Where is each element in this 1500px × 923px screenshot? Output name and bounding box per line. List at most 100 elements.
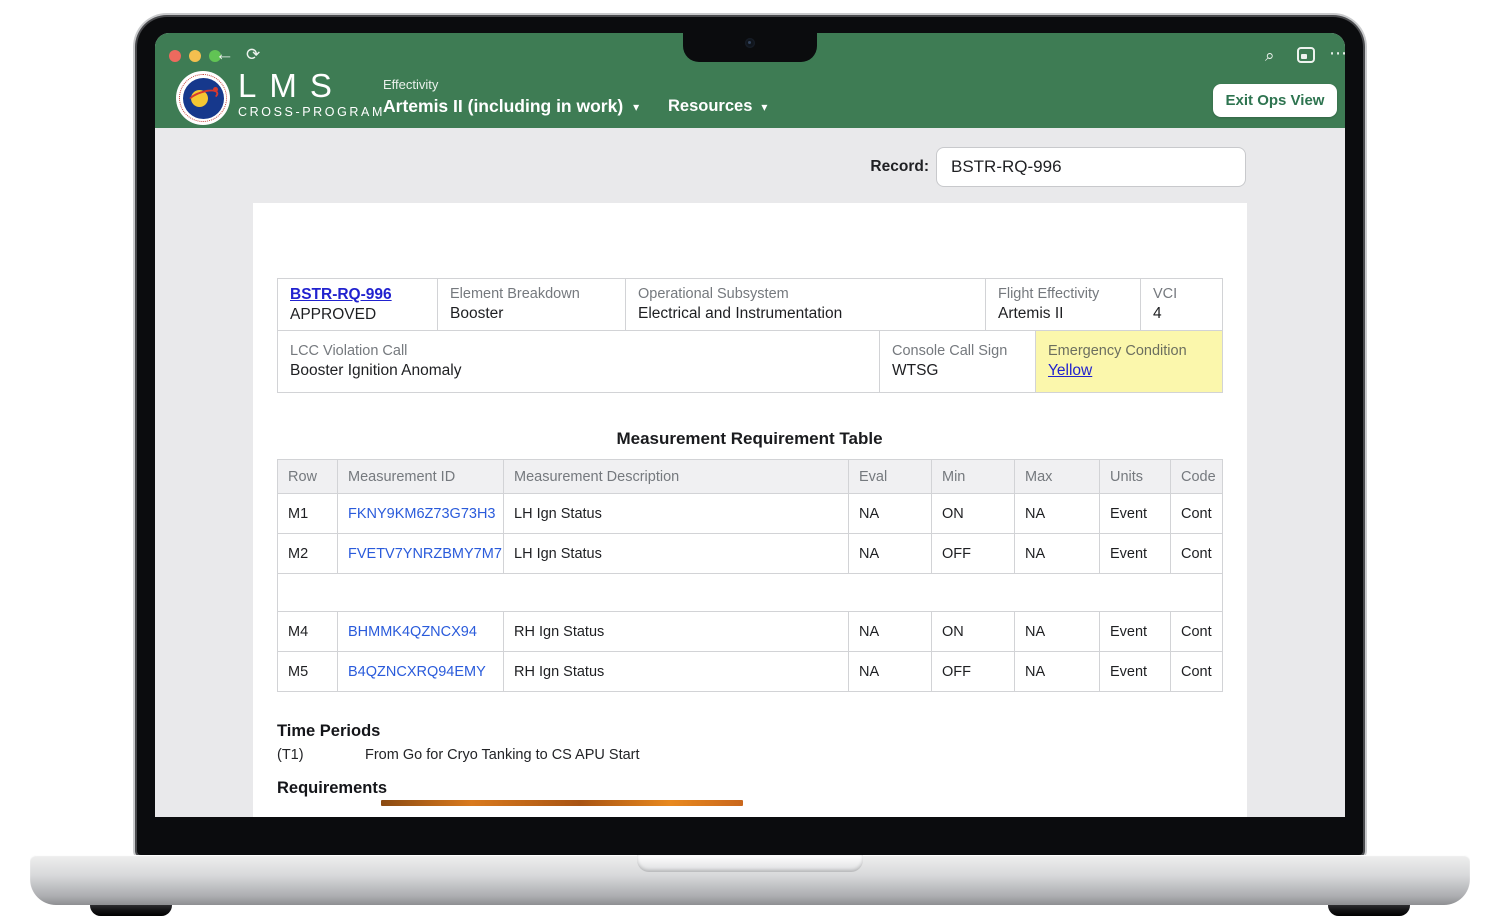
field-label: Console Call Sign: [892, 343, 1023, 359]
table-header-row: Row Measurement ID Measurement Descripti…: [278, 460, 1223, 494]
field-value: Artemis II: [998, 305, 1128, 323]
table-row: M2 FVETV7YNRZBMY7M7 LH Ign Status NA OFF…: [278, 534, 1223, 574]
measurement-id-cell: B4QZNCXRQ94EMY: [338, 652, 504, 692]
row-cell: M4: [278, 612, 338, 652]
field-value: 4: [1153, 305, 1210, 323]
emergency-condition-link[interactable]: Yellow: [1048, 362, 1092, 379]
max-cell: NA: [1015, 612, 1100, 652]
measurement-id-cell: BHMMK4QZNCX94: [338, 612, 504, 652]
description-cell: LH Ign Status: [504, 534, 849, 574]
page-content: Record: BSTR-RQ-996 APPROVED Element Bre…: [155, 128, 1345, 817]
element-breakdown-cell: Element Breakdown Booster: [438, 279, 626, 331]
record-input[interactable]: [936, 147, 1246, 187]
close-window-button[interactable]: [169, 50, 181, 62]
flight-effectivity-cell: Flight Effectivity Artemis II: [986, 279, 1141, 331]
brand-subtitle: CROSS-PROGRAM: [238, 105, 385, 119]
eval-cell: NA: [849, 534, 932, 574]
record-status: APPROVED: [290, 306, 425, 324]
min-cell: ON: [932, 612, 1015, 652]
field-label: VCI: [1153, 286, 1210, 302]
row-cell: M1: [278, 494, 338, 534]
code-cell: Cont: [1171, 494, 1223, 534]
col-header: Row: [278, 460, 338, 494]
field-value: Electrical and Instrumentation: [638, 305, 973, 323]
empty-row-cell: [278, 574, 1223, 612]
agency-logo: [176, 71, 230, 125]
field-label: Operational Subsystem: [638, 286, 973, 302]
min-cell: ON: [932, 494, 1015, 534]
units-cell: Event: [1100, 494, 1171, 534]
description-cell: LH Ign Status: [504, 494, 849, 534]
measurement-id-link[interactable]: BHMMK4QZNCX94: [348, 624, 477, 640]
record-field-label: Record:: [870, 147, 929, 187]
summary-table-row2: LCC Violation Call Booster Ignition Anom…: [277, 330, 1223, 393]
max-cell: NA: [1015, 494, 1100, 534]
table-row: M1 FKNY9KM6Z73G73H3 LH Ign Status NA ON …: [278, 494, 1223, 534]
units-cell: Event: [1100, 534, 1171, 574]
col-header: Min: [932, 460, 1015, 494]
reload-icon[interactable]: ⟳: [246, 45, 260, 64]
camera-notch: [683, 17, 817, 62]
code-cell: Cont: [1171, 652, 1223, 692]
description-cell: RH Ign Status: [504, 652, 849, 692]
min-cell: OFF: [932, 652, 1015, 692]
min-cell: OFF: [932, 534, 1015, 574]
code-cell: Cont: [1171, 534, 1223, 574]
zoom-page-icon[interactable]: ⌕: [1265, 47, 1275, 64]
effectivity-value: Artemis II (including in work): [383, 96, 623, 117]
side-panel-icon-inner: [1301, 54, 1307, 59]
webcam-glint: [748, 41, 751, 44]
field-label: Emergency Condition: [1048, 343, 1210, 359]
measurement-table: Row Measurement ID Measurement Descripti…: [277, 459, 1223, 692]
clipped-highlight-strip: [381, 800, 743, 806]
col-header: Measurement Description: [504, 460, 849, 494]
eval-cell: NA: [849, 494, 932, 534]
eval-cell: NA: [849, 612, 932, 652]
table-row: M5 B4QZNCXRQ94EMY RH Ign Status NA OFF N…: [278, 652, 1223, 692]
vci-cell: VCI 4: [1141, 279, 1223, 331]
description-cell: RH Ign Status: [504, 612, 849, 652]
effectivity-dropdown[interactable]: Effectivity Artemis II (including in wor…: [383, 77, 639, 117]
summary-table-row1: BSTR-RQ-996 APPROVED Element Breakdown B…: [277, 278, 1223, 331]
time-period-id: (T1): [277, 747, 365, 763]
logo-emblem: [183, 78, 224, 119]
eval-cell: NA: [849, 652, 932, 692]
measurement-id-link[interactable]: B4QZNCXRQ94EMY: [348, 664, 486, 680]
more-options-icon[interactable]: ⋯: [1329, 45, 1345, 62]
col-header: Units: [1100, 460, 1171, 494]
measurement-id-cell: FKNY9KM6Z73G73H3: [338, 494, 504, 534]
operational-subsystem-cell: Operational Subsystem Electrical and Ins…: [626, 279, 986, 331]
brand-acronym: LMS: [238, 69, 385, 103]
col-header: Code: [1171, 460, 1223, 494]
chevron-down-icon: ▾: [761, 101, 767, 113]
resources-label: Resources: [668, 97, 752, 116]
exit-ops-view-button[interactable]: Exit Ops View: [1213, 84, 1337, 117]
laptop-mockup: ← ⟳ LMS CROSS-PROGRAM Effectivity Artemi…: [0, 0, 1500, 923]
browser-window: ← ⟳ LMS CROSS-PROGRAM Effectivity Artemi…: [155, 33, 1345, 817]
lid-scoop: [637, 855, 863, 872]
window-controls: [169, 50, 221, 62]
measurement-id-link[interactable]: FKNY9KM6Z73G73H3: [348, 506, 495, 522]
resources-menu[interactable]: Resources ▾: [668, 97, 767, 116]
col-header: Measurement ID: [338, 460, 504, 494]
emergency-condition-cell: Emergency Condition Yellow: [1036, 331, 1223, 393]
measurement-id-cell: FVETV7YNRZBMY7M7: [338, 534, 504, 574]
field-value: WTSG: [892, 362, 1023, 380]
units-cell: Event: [1100, 652, 1171, 692]
row-cell: M5: [278, 652, 338, 692]
col-header: Eval: [849, 460, 932, 494]
minimize-window-button[interactable]: [189, 50, 201, 62]
measurement-id-link[interactable]: FVETV7YNRZBMY7M7: [348, 546, 502, 562]
side-panel-icon[interactable]: [1297, 47, 1315, 63]
brand-text: LMS CROSS-PROGRAM: [238, 69, 385, 119]
effectivity-label: Effectivity: [383, 77, 639, 92]
record-id-link[interactable]: BSTR-RQ-996: [290, 286, 392, 303]
back-icon[interactable]: ←: [215, 45, 234, 64]
table-row: M4 BHMMK4QZNCX94 RH Ign Status NA ON NA …: [278, 612, 1223, 652]
chevron-down-icon: ▾: [633, 101, 639, 113]
lcc-violation-cell: LCC Violation Call Booster Ignition Anom…: [278, 331, 880, 393]
col-header: Max: [1015, 460, 1100, 494]
measurement-table-title: Measurement Requirement Table: [277, 429, 1222, 449]
max-cell: NA: [1015, 534, 1100, 574]
console-call-sign-cell: Console Call Sign WTSG: [880, 331, 1036, 393]
